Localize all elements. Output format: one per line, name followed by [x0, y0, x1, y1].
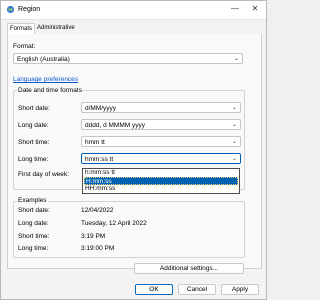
dropdown-option[interactable]: h:mm:ss tt	[84, 169, 238, 177]
additional-settings-button[interactable]: Additional settings...	[134, 263, 244, 274]
first-day-of-week-label: First day of week:	[18, 171, 69, 178]
short-date-value: d/MM/yyyy	[85, 105, 117, 112]
example-short-time-value: 3:19 PM	[81, 233, 106, 240]
dropdown-option[interactable]: HH:mm:ss	[84, 185, 238, 193]
short-date-label: Short date:	[18, 105, 50, 112]
dropdown-option-selected[interactable]: H:mm:ss	[84, 177, 238, 185]
long-time-label: Long time:	[18, 156, 49, 163]
chevron-down-icon: ⌄	[231, 122, 237, 128]
region-dialog: Region — ✕ Formats Administrative Format…	[0, 0, 267, 300]
format-label: Format:	[13, 43, 36, 50]
format-value: English (Australia)	[17, 56, 70, 63]
short-time-select[interactable]: hmm tt ⌄	[81, 136, 241, 147]
short-date-select[interactable]: d/MM/yyyy ⌄	[81, 102, 241, 113]
chevron-down-icon: ⌄	[231, 105, 237, 111]
example-long-date-value: Tuesday, 12 April 2022	[81, 220, 147, 227]
long-date-value: dddd, d MMMM yyyy	[85, 122, 145, 129]
example-long-time-value: 3:19:00 PM	[81, 245, 115, 252]
long-time-value: hmm:ss tt	[85, 156, 114, 163]
long-time-dropdown-list[interactable]: h:mm:ss tt H:mm:ss HH:mm:ss	[82, 168, 240, 194]
ok-button[interactable]: OK	[135, 284, 173, 295]
long-time-select[interactable]: hmm:ss tt ⌄	[81, 153, 241, 164]
short-time-label: Short time:	[18, 139, 50, 146]
long-date-label: Long date:	[18, 122, 49, 129]
window-title: Region	[18, 6, 41, 13]
chevron-down-icon: ⌄	[231, 156, 237, 162]
region-icon	[6, 5, 15, 14]
title-bar: Region — ✕	[1, 1, 266, 20]
language-preferences-link[interactable]: Language preferences	[13, 76, 78, 83]
long-date-select[interactable]: dddd, d MMMM yyyy ⌄	[81, 119, 241, 130]
cancel-button[interactable]: Cancel	[178, 284, 216, 295]
close-icon[interactable]: ✕	[249, 3, 261, 15]
example-short-time-label: Short time:	[18, 233, 50, 240]
tab-administrative[interactable]: Administrative	[35, 23, 77, 33]
chevron-down-icon: ⌄	[231, 139, 237, 145]
apply-button[interactable]: Apply	[221, 284, 259, 295]
example-short-date-value: 12/04/2022	[81, 207, 114, 214]
short-time-value: hmm tt	[85, 139, 105, 146]
format-select[interactable]: English (Australia) ⌄	[13, 53, 243, 64]
date-time-group-title: Date and time formats	[17, 87, 83, 94]
minimize-icon[interactable]: —	[229, 3, 241, 15]
example-short-date-label: Short date:	[18, 207, 50, 214]
example-long-time-label: Long time:	[18, 245, 49, 252]
chevron-down-icon: ⌄	[233, 56, 239, 62]
examples-group-title: Examples	[17, 197, 48, 204]
example-long-date-label: Long date:	[18, 220, 49, 227]
